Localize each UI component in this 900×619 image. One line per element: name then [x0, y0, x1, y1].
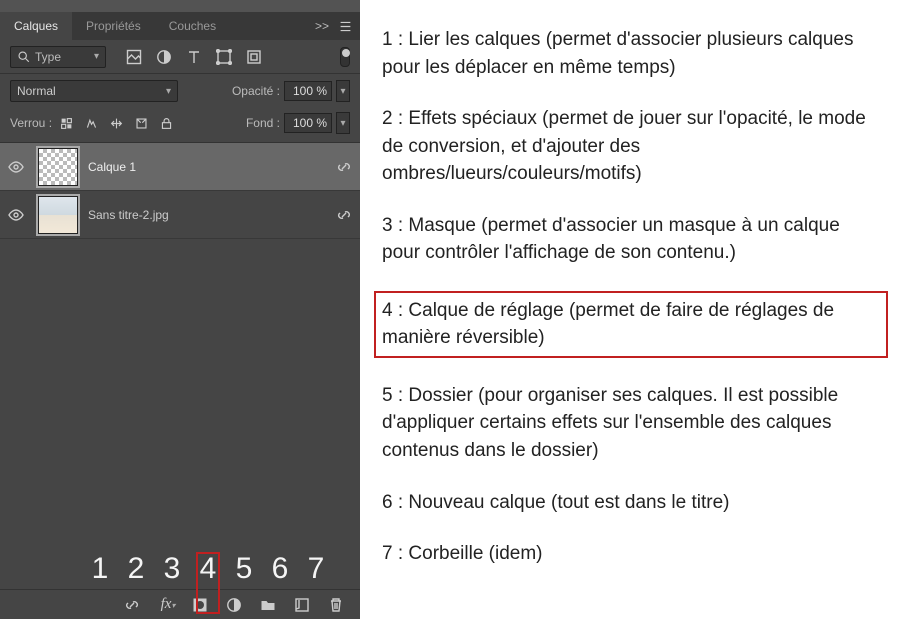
lock-label: Verrou : [10, 116, 52, 130]
filter-adjustment-icon[interactable] [156, 49, 172, 65]
desc-item-6: 6 : Nouveau calque (tout est dans le tit… [382, 489, 882, 517]
filter-type-dropdown[interactable]: Type ▾ [10, 46, 106, 68]
panel-titlebar [0, 0, 360, 12]
annotation-4: 4 [198, 552, 218, 586]
fill-dropdown-button[interactable]: ▾ [336, 112, 350, 134]
layer-name[interactable]: Sans titre-2.jpg [88, 208, 336, 222]
link-icon[interactable] [336, 159, 352, 175]
footer-number-annotations: 1 2 3 4 5 6 7 [90, 551, 326, 587]
desc-item-1: 1 : Lier les calques (permet d'associer … [382, 26, 882, 81]
tab-properties[interactable]: Propriétés [72, 12, 155, 40]
desc-item-5: 5 : Dossier (pour organiser ses calques.… [382, 382, 882, 465]
chevron-down-icon: ▾ [94, 51, 99, 62]
description-panel: 1 : Lier les calques (permet d'associer … [360, 0, 900, 619]
layer-row[interactable]: Sans titre-2.jpg [0, 191, 360, 239]
visibility-icon[interactable] [8, 207, 28, 223]
layers-panel: Calques Propriétés Couches >> Type ▾ [0, 0, 360, 619]
filter-text-icon[interactable] [186, 49, 202, 65]
opacity-input[interactable]: 100 % [284, 81, 332, 101]
blend-row: Normal ▾ Opacité : 100 % ▾ [0, 74, 360, 108]
annotation-6: 6 [270, 552, 290, 586]
link-icon[interactable] [336, 207, 352, 223]
opacity-dropdown-button[interactable]: ▾ [336, 80, 350, 102]
annotation-3: 3 [162, 552, 182, 586]
filter-type-label: Type [35, 50, 61, 64]
layer-row[interactable]: Calque 1 [0, 143, 360, 191]
lock-all-icon[interactable] [160, 117, 173, 130]
adjustment-layer-button[interactable] [226, 597, 246, 613]
panel-tabs: Calques Propriétés Couches >> [0, 12, 360, 40]
lock-artboard-icon[interactable] [135, 117, 148, 130]
delete-layer-button[interactable] [328, 597, 348, 613]
filter-smartobject-icon[interactable] [246, 49, 262, 65]
filter-pixel-icon[interactable] [126, 49, 142, 65]
annotation-1: 1 [90, 552, 110, 586]
layer-thumbnail[interactable] [38, 196, 78, 234]
visibility-icon[interactable] [8, 159, 28, 175]
lock-image-icon[interactable] [85, 117, 98, 130]
lock-transparent-icon[interactable] [60, 117, 73, 130]
new-layer-button[interactable] [294, 597, 314, 613]
desc-item-3: 3 : Masque (permet d'associer un masque … [382, 212, 882, 267]
blend-mode-dropdown[interactable]: Normal ▾ [10, 80, 178, 102]
fill-label: Fond : [246, 116, 280, 130]
annotation-7: 7 [306, 552, 326, 586]
search-icon [17, 50, 30, 63]
layer-name[interactable]: Calque 1 [88, 160, 336, 174]
panel-menu-icon[interactable] [339, 20, 352, 33]
blend-mode-value: Normal [17, 84, 56, 98]
desc-item-2: 2 : Effets spéciaux (permet de jouer sur… [382, 105, 882, 188]
filter-toggle-switch[interactable] [340, 47, 350, 67]
chevron-down-icon: ▾ [166, 86, 171, 97]
layers-list: Calque 1 Sans titre-2.jpg 1 2 3 4 5 6 7 [0, 142, 360, 589]
panel-footer: fx▾ [0, 589, 360, 619]
annotation-5: 5 [234, 552, 254, 586]
filter-shape-icon[interactable] [216, 49, 232, 65]
fill-input[interactable]: 100 % [284, 113, 332, 133]
panel-expand-button[interactable]: >> [315, 19, 329, 33]
desc-item-4: 4 : Calque de réglage (permet de faire d… [374, 291, 888, 358]
opacity-label: Opacité : [232, 84, 280, 98]
layer-thumbnail[interactable] [38, 148, 78, 186]
new-group-button[interactable] [260, 597, 280, 613]
lock-position-icon[interactable] [110, 117, 123, 130]
annotation-2: 2 [126, 552, 146, 586]
link-layers-button[interactable] [124, 597, 144, 613]
filter-row: Type ▾ [0, 40, 360, 74]
lock-row: Verrou : Fond : 100 % ▾ [0, 108, 360, 142]
layer-effects-button[interactable]: fx▾ [158, 596, 178, 613]
tab-layers[interactable]: Calques [0, 12, 72, 40]
tab-channels[interactable]: Couches [155, 12, 230, 40]
desc-item-7: 7 : Corbeille (idem) [382, 540, 882, 568]
add-mask-button[interactable] [192, 597, 212, 613]
